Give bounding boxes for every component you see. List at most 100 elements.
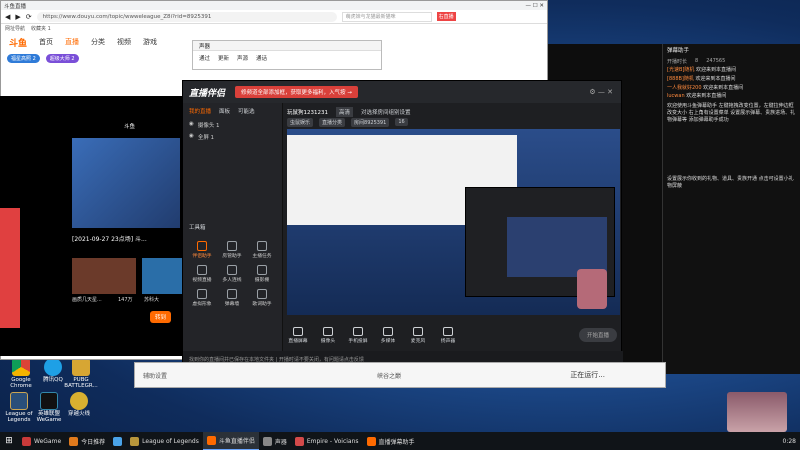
refresh-icon[interactable]: ⟳ xyxy=(26,13,32,21)
browser-tabbar: 斗鱼直播 — ☐ ✕ xyxy=(1,1,547,10)
start-button[interactable]: ⊞ xyxy=(0,432,18,450)
stream-caption[interactable]: [2021-09-27 23点场] 斗... xyxy=(72,234,147,243)
taskbar-item[interactable]: 斗鱼直播伴侣 xyxy=(202,432,259,450)
room-badge: 高清 xyxy=(336,107,354,117)
monitor-icon xyxy=(293,326,303,336)
window-controls[interactable]: — ☐ ✕ xyxy=(525,3,544,9)
source-speaker[interactable]: 扬声器 xyxy=(437,326,459,344)
danmu-assistant-window: 弹幕助手 开播时长 8 247565 [光速B]随机 欢迎来到本直播间 [888… xyxy=(662,44,800,374)
users-icon xyxy=(227,265,237,275)
tab-options[interactable]: 可能选 xyxy=(238,107,255,115)
search-button[interactable]: 右直播 xyxy=(436,12,456,21)
chat-notice: 设置展示你收到的礼物、道具、贵族开通 点击可设置小礼物屏蔽 xyxy=(667,176,794,189)
pubg-icon xyxy=(72,358,90,376)
source-media[interactable]: 多媒体 xyxy=(377,326,399,344)
site-logo[interactable]: 斗鱼 xyxy=(9,36,27,49)
forward-icon[interactable]: ▶ xyxy=(15,13,20,21)
nav-video[interactable]: 视频 xyxy=(117,37,131,47)
popup-tab[interactable]: 通过 xyxy=(199,54,210,62)
tool-lyrics[interactable]: 歌词助手 xyxy=(247,289,277,307)
sidebar-tabs: 我的直播 面板 可能选 xyxy=(183,103,282,119)
room-subtitle[interactable]: 对选择房间组别设置 xyxy=(361,108,411,116)
media-icon xyxy=(383,326,393,336)
source-screen[interactable]: 直播屏幕 xyxy=(287,326,309,344)
taskbar-item[interactable]: 今日推荐 xyxy=(65,432,109,450)
settings-label[interactable]: 辅助设置 xyxy=(143,371,167,380)
stream-streamer: 斗鱼 xyxy=(124,124,136,130)
companion-titlebar: 直播伴侣 修频道全部添加框，获取更多福利，入气按 → ⚙ — ✕ xyxy=(183,81,621,103)
popup-tab[interactable]: 声源 xyxy=(237,54,248,62)
bookmark-item[interactable]: 网址导航 xyxy=(5,25,25,32)
tab-panel[interactable]: 面板 xyxy=(219,107,230,115)
desktop-icon-cf[interactable]: 穿越火线 xyxy=(60,392,98,417)
window-controls[interactable]: ⚙ — ✕ xyxy=(589,88,613,96)
webcam-icon xyxy=(323,326,333,336)
microphone-icon xyxy=(413,326,423,336)
wegame-icon xyxy=(22,436,31,446)
source-phone[interactable]: 手机投屏 xyxy=(347,326,369,344)
stream-frame xyxy=(72,138,180,228)
audio-icon xyxy=(262,436,272,446)
tab-my-live[interactable]: 我的直播 xyxy=(189,107,211,115)
live-companion-window: 直播伴侣 修频道全部添加框，获取更多福利，入气按 → ⚙ — ✕ 我的直播 面板… xyxy=(182,80,623,369)
source-mic[interactable]: 麦克风 xyxy=(407,326,429,344)
taskbar-item[interactable]: WeGame xyxy=(18,432,65,450)
side-banner[interactable] xyxy=(0,208,20,328)
source-camera[interactable]: 摄像头 xyxy=(317,326,339,344)
room-meta: 虫鼠娱乐 直播分类 房间8925391 16 xyxy=(287,117,617,127)
tool-video-live[interactable]: 视频直播 xyxy=(187,265,217,283)
app-icon xyxy=(113,436,123,446)
clock[interactable]: 0:28 xyxy=(783,438,796,445)
tool-danmu-wall[interactable]: 弹幕墙 xyxy=(217,289,247,307)
taskbar-item[interactable] xyxy=(109,432,126,450)
browser-tab[interactable]: 斗鱼直播 xyxy=(4,2,26,10)
taskbar-item[interactable]: 声器 xyxy=(259,432,291,450)
search-input[interactable]: 萌虎妹与龙猫最新猫咪 xyxy=(341,11,432,22)
nav-live[interactable]: 直播 xyxy=(65,37,79,47)
thumbnail-label: 画质几天星... xyxy=(72,297,102,303)
thumbnail[interactable] xyxy=(142,258,182,294)
desktop-icon-pubg[interactable]: PUBG BATTLEGR... xyxy=(62,358,100,389)
start-live-button[interactable]: 开始直播 xyxy=(578,328,617,342)
thumbnail[interactable] xyxy=(72,258,136,294)
server-label[interactable]: 峡谷之巅 xyxy=(377,371,401,380)
tool-avatar[interactable]: 虚拟形象 xyxy=(187,289,217,307)
eye-icon: ◉ xyxy=(189,121,194,127)
taskbar-item[interactable]: 直播弹幕助手 xyxy=(363,432,419,450)
toolbox-grid: 伴侣助手 房管助手 主播任务 视频直播 多人连线 摄影棚 虚拟形象 弹幕墙 歌词… xyxy=(187,241,279,307)
tool-studio[interactable]: 摄影棚 xyxy=(247,265,277,283)
popup-title: 声器 xyxy=(193,41,381,51)
news-icon xyxy=(69,436,79,446)
wegame-icon xyxy=(40,392,58,410)
nav-category[interactable]: 分类 xyxy=(91,37,105,47)
tool-tasks[interactable]: 主播任务 xyxy=(247,241,277,259)
avatar-icon xyxy=(197,289,207,299)
tool-admin[interactable]: 房管助手 xyxy=(217,241,247,259)
chrome-icon xyxy=(12,358,30,376)
room-title[interactable]: 玩鼠狗1231231 xyxy=(287,108,328,116)
bookmark-item[interactable]: 收藏夹 1 xyxy=(31,25,51,32)
chat-notice: 欢迎使用斗鱼弹幕助手 左键拖拽改变位置，左键拉伸边框改变大小 右上角有设置菜单 … xyxy=(667,103,796,123)
tool-multi-link[interactable]: 多人连线 xyxy=(217,265,247,283)
scene-item[interactable]: ◉ 摄像头 1 xyxy=(183,119,282,131)
source-toolbar: 直播屏幕 摄像头 手机投屏 多媒体 麦克风 扬声器 开始直播 xyxy=(287,321,617,349)
nav-home[interactable]: 首页 xyxy=(39,37,53,47)
running-status: 正在运行... xyxy=(570,371,605,379)
admin-icon xyxy=(227,241,237,251)
music-icon xyxy=(257,289,267,299)
address-bar[interactable]: https://www.douyu.com/topic/wwweleague_Z… xyxy=(36,11,337,22)
promo-banner[interactable]: 修频道全部添加框，获取更多福利，入气按 → xyxy=(235,86,358,98)
douyu-icon xyxy=(206,436,216,445)
taskbar-item[interactable]: League of Legends xyxy=(126,432,203,450)
popup-tab[interactable]: 更新 xyxy=(218,54,229,62)
open-button[interactable]: 转到 xyxy=(150,311,172,323)
taskbar-item[interactable]: Empire - Voicians xyxy=(291,432,363,450)
popup-tab[interactable]: 通话 xyxy=(256,54,267,62)
tool-assistant[interactable]: 伴侣助手 xyxy=(187,241,217,259)
stream-preview[interactable] xyxy=(287,129,620,315)
league-icon xyxy=(10,392,28,410)
scene-item[interactable]: ◉ 全屏 1 xyxy=(183,131,282,143)
nav-game[interactable]: 游戏 xyxy=(143,37,157,47)
back-icon[interactable]: ◀ xyxy=(5,13,10,21)
toolbox-label: 工具箱 xyxy=(189,225,206,231)
